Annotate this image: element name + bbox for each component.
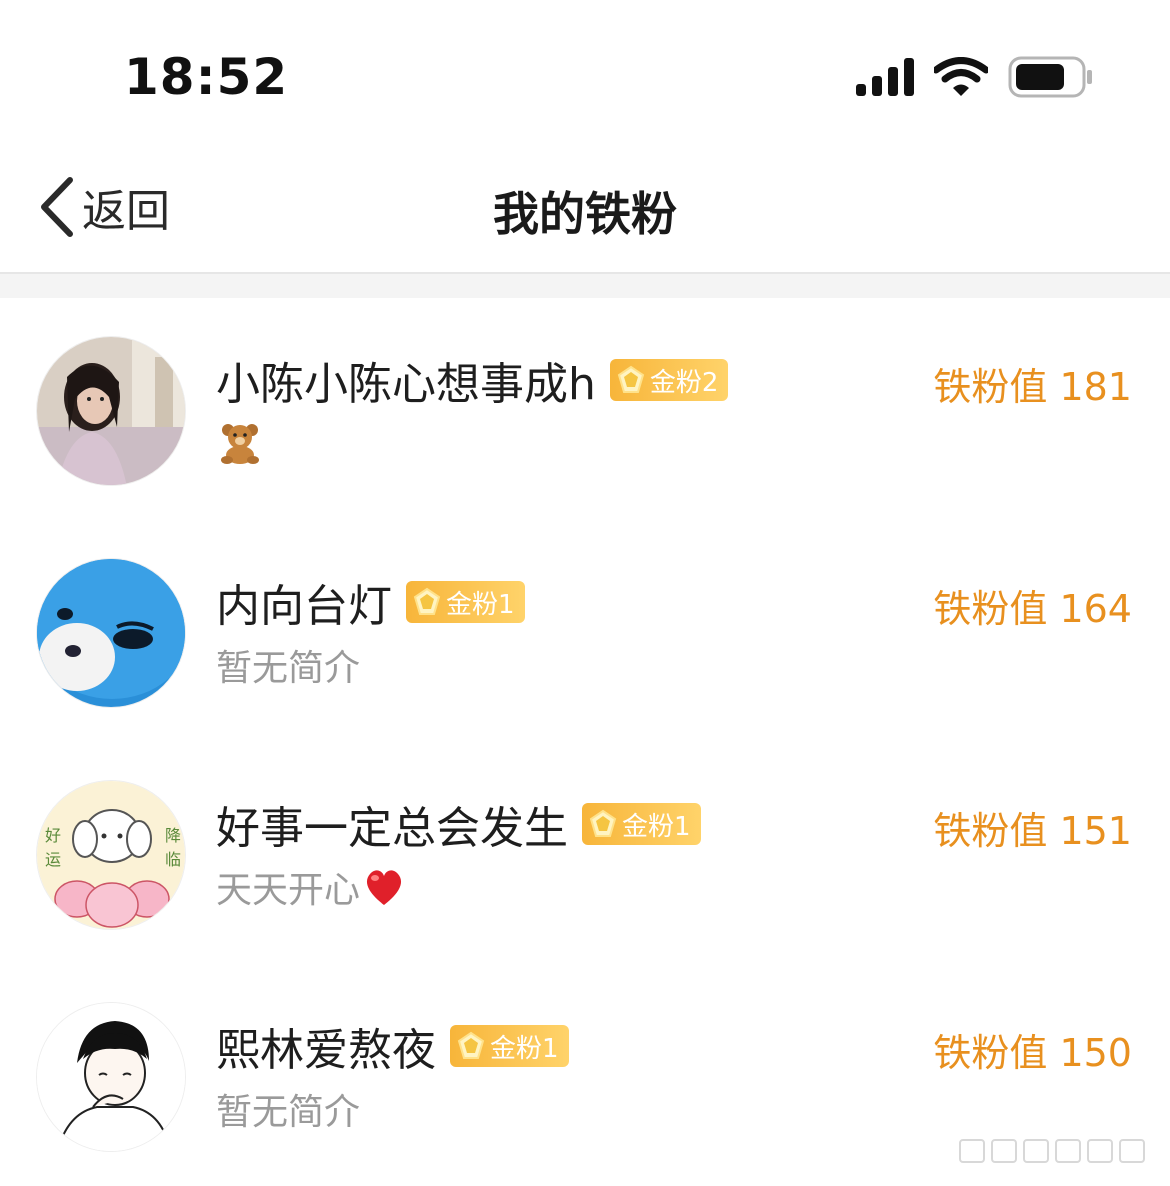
page-title: 我的铁粉 bbox=[493, 187, 677, 241]
fan-list: 小陈小陈心想事成h 金粉2 铁粉值 181 内向台灯 金粉1 暂无简介 铁粉值 … bbox=[0, 298, 1170, 1186]
fan-name-line: 好事一定总会发生 金粉1 bbox=[216, 792, 701, 856]
avatar-puppy-lotus: 好 运 降 临 bbox=[37, 781, 185, 929]
gem-icon bbox=[589, 809, 617, 837]
status-bar: 18:52 bbox=[0, 0, 1170, 150]
fan-badge-label: 金粉2 bbox=[649, 367, 719, 398]
fan-bio: 天天开心 bbox=[216, 862, 406, 912]
fan-badge-label: 金粉1 bbox=[446, 589, 515, 620]
bear-emoji-icon bbox=[221, 424, 259, 464]
avatar-photo-girl bbox=[37, 337, 185, 485]
fan-score: 铁粉值 151 bbox=[933, 809, 1132, 853]
fan-name[interactable]: 小陈小陈心想事成h bbox=[216, 348, 596, 412]
nav-bar: 返回 我的铁粉 bbox=[0, 150, 1170, 272]
fan-name-line: 内向台灯 金粉1 bbox=[216, 570, 525, 634]
status-time: 18:52 bbox=[124, 48, 289, 106]
avatar[interactable] bbox=[36, 558, 186, 708]
avatar-text: 降 bbox=[165, 826, 181, 845]
fan-bio-text: 天天开心 bbox=[216, 870, 361, 911]
fan-badge[interactable]: 金粉2 bbox=[609, 359, 729, 401]
gem-icon bbox=[413, 587, 441, 615]
avatar-sketch-boy bbox=[37, 1003, 185, 1151]
battery-icon bbox=[1008, 56, 1092, 98]
avatar[interactable] bbox=[36, 1002, 186, 1152]
fan-score: 铁粉值 164 bbox=[933, 587, 1132, 631]
fan-name-line: 熙林爱熬夜 金粉1 bbox=[216, 1014, 569, 1078]
fan-badge[interactable]: 金粉1 bbox=[450, 1025, 569, 1067]
fan-badge-label: 金粉1 bbox=[490, 1033, 559, 1064]
fan-name[interactable]: 熙林爱熬夜 bbox=[216, 1014, 436, 1078]
watermark-logo bbox=[959, 1139, 1145, 1163]
fan-badge[interactable]: 金粉1 bbox=[406, 581, 525, 623]
signal-icon bbox=[856, 58, 914, 96]
gem-icon bbox=[617, 365, 645, 393]
fan-bio-text: 暂无简介 bbox=[216, 1092, 361, 1133]
fan-badge-label: 金粉1 bbox=[622, 811, 691, 842]
fan-name-line: 小陈小陈心想事成h 金粉2 bbox=[216, 348, 729, 412]
list-item[interactable]: 小陈小陈心想事成h 金粉2 铁粉值 181 bbox=[0, 298, 1170, 520]
fan-name[interactable]: 内向台灯 bbox=[216, 570, 392, 634]
avatar[interactable] bbox=[36, 336, 186, 486]
wifi-icon bbox=[934, 57, 988, 96]
fan-badge[interactable]: 金粉1 bbox=[582, 803, 701, 845]
avatar-text: 好 bbox=[45, 826, 61, 845]
list-item[interactable]: 内向台灯 金粉1 暂无简介 铁粉值 164 bbox=[0, 520, 1170, 742]
fan-score: 铁粉值 150 bbox=[933, 1031, 1132, 1075]
gem-icon bbox=[457, 1031, 485, 1059]
red-heart-icon bbox=[366, 870, 402, 905]
fan-bio: 暂无简介 bbox=[216, 1084, 360, 1134]
avatar-blue-bear bbox=[37, 559, 185, 707]
list-item[interactable]: 好 运 降 临 好事一定总会发生 金粉1 天天开心 铁粉值 151 bbox=[0, 742, 1170, 964]
section-gap bbox=[0, 274, 1170, 298]
fan-name[interactable]: 好事一定总会发生 bbox=[216, 792, 568, 856]
avatar-text: 临 bbox=[165, 850, 181, 869]
fan-bio bbox=[216, 418, 262, 468]
avatar[interactable]: 好 运 降 临 bbox=[36, 780, 186, 930]
avatar-text: 运 bbox=[45, 850, 61, 869]
fan-bio-text: 暂无简介 bbox=[216, 648, 361, 689]
fan-bio: 暂无简介 bbox=[216, 640, 360, 690]
fan-score: 铁粉值 181 bbox=[933, 365, 1132, 409]
